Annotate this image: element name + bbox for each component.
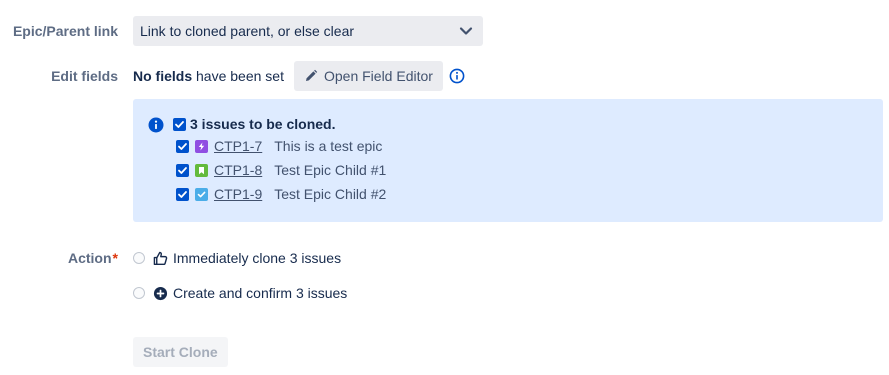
check-icon <box>178 166 187 174</box>
issue-key-link[interactable]: CTP1-9 <box>214 186 262 202</box>
no-fields-rest: have been set <box>192 68 284 84</box>
pencil-icon <box>305 69 318 81</box>
action-label-text: Action <box>67 250 112 266</box>
issue-checkbox[interactable] <box>176 139 189 153</box>
no-fields-bold: No fields <box>133 68 193 84</box>
radio-immediate[interactable] <box>133 252 145 264</box>
chevron-down-icon <box>459 27 473 35</box>
action-label: Action* <box>68 250 118 266</box>
issue-key-link[interactable]: CTP1-8 <box>214 162 262 178</box>
info-icon <box>148 117 164 133</box>
issue-checkbox[interactable] <box>176 163 189 177</box>
action-option-immediate[interactable]: Immediately clone 3 issues <box>133 250 341 266</box>
task-icon <box>195 187 208 201</box>
edit-fields-row: No fields have been set Open Field Edito… <box>133 61 465 91</box>
issue-key-link[interactable]: CTP1-7 <box>214 138 262 154</box>
info-icon[interactable] <box>449 68 465 84</box>
action-option-confirm[interactable]: Create and confirm 3 issues <box>133 285 347 301</box>
start-clone-button[interactable]: Start Clone <box>133 337 228 367</box>
thumbs-up-icon <box>153 251 168 265</box>
issue-row: CTP1-8 Test Epic Child #1 <box>176 162 386 178</box>
plus-circle-icon <box>153 286 168 300</box>
issue-summary: Test Epic Child #1 <box>274 162 387 178</box>
select-all-checkbox[interactable] <box>173 117 186 131</box>
clone-count-header: 3 issues to be cloned. <box>190 116 336 132</box>
epic-parent-select-value: Link to cloned parent, or else clear <box>140 23 355 39</box>
issue-checkbox[interactable] <box>176 187 189 201</box>
clone-all-header: 3 issues to be cloned. <box>173 116 336 132</box>
issue-row: CTP1-7 This is a test epic <box>176 138 382 154</box>
story-icon <box>195 163 208 177</box>
open-field-editor-label: Open Field Editor <box>323 68 433 84</box>
check-icon <box>175 120 184 128</box>
no-fields-text: No fields have been set <box>133 68 284 84</box>
epic-icon <box>195 139 208 153</box>
radio-immediate-label: Immediately clone 3 issues <box>173 250 342 266</box>
epic-parent-label: Epic/Parent link <box>12 23 118 39</box>
issue-summary: Test Epic Child #2 <box>274 186 387 202</box>
radio-confirm-label: Create and confirm 3 issues <box>173 285 348 301</box>
epic-parent-select[interactable]: Link to cloned parent, or else clear <box>133 16 483 46</box>
required-marker: * <box>112 250 118 266</box>
check-icon <box>178 142 187 150</box>
clone-issues-panel: 3 issues to be cloned. CTP1-7 This is a … <box>133 99 883 222</box>
open-field-editor-button[interactable]: Open Field Editor <box>293 61 443 91</box>
issue-summary: This is a test epic <box>274 138 383 154</box>
issue-row: CTP1-9 Test Epic Child #2 <box>176 186 386 202</box>
radio-confirm[interactable] <box>133 287 145 299</box>
edit-fields-label: Edit fields <box>51 68 118 84</box>
check-icon <box>178 190 187 198</box>
